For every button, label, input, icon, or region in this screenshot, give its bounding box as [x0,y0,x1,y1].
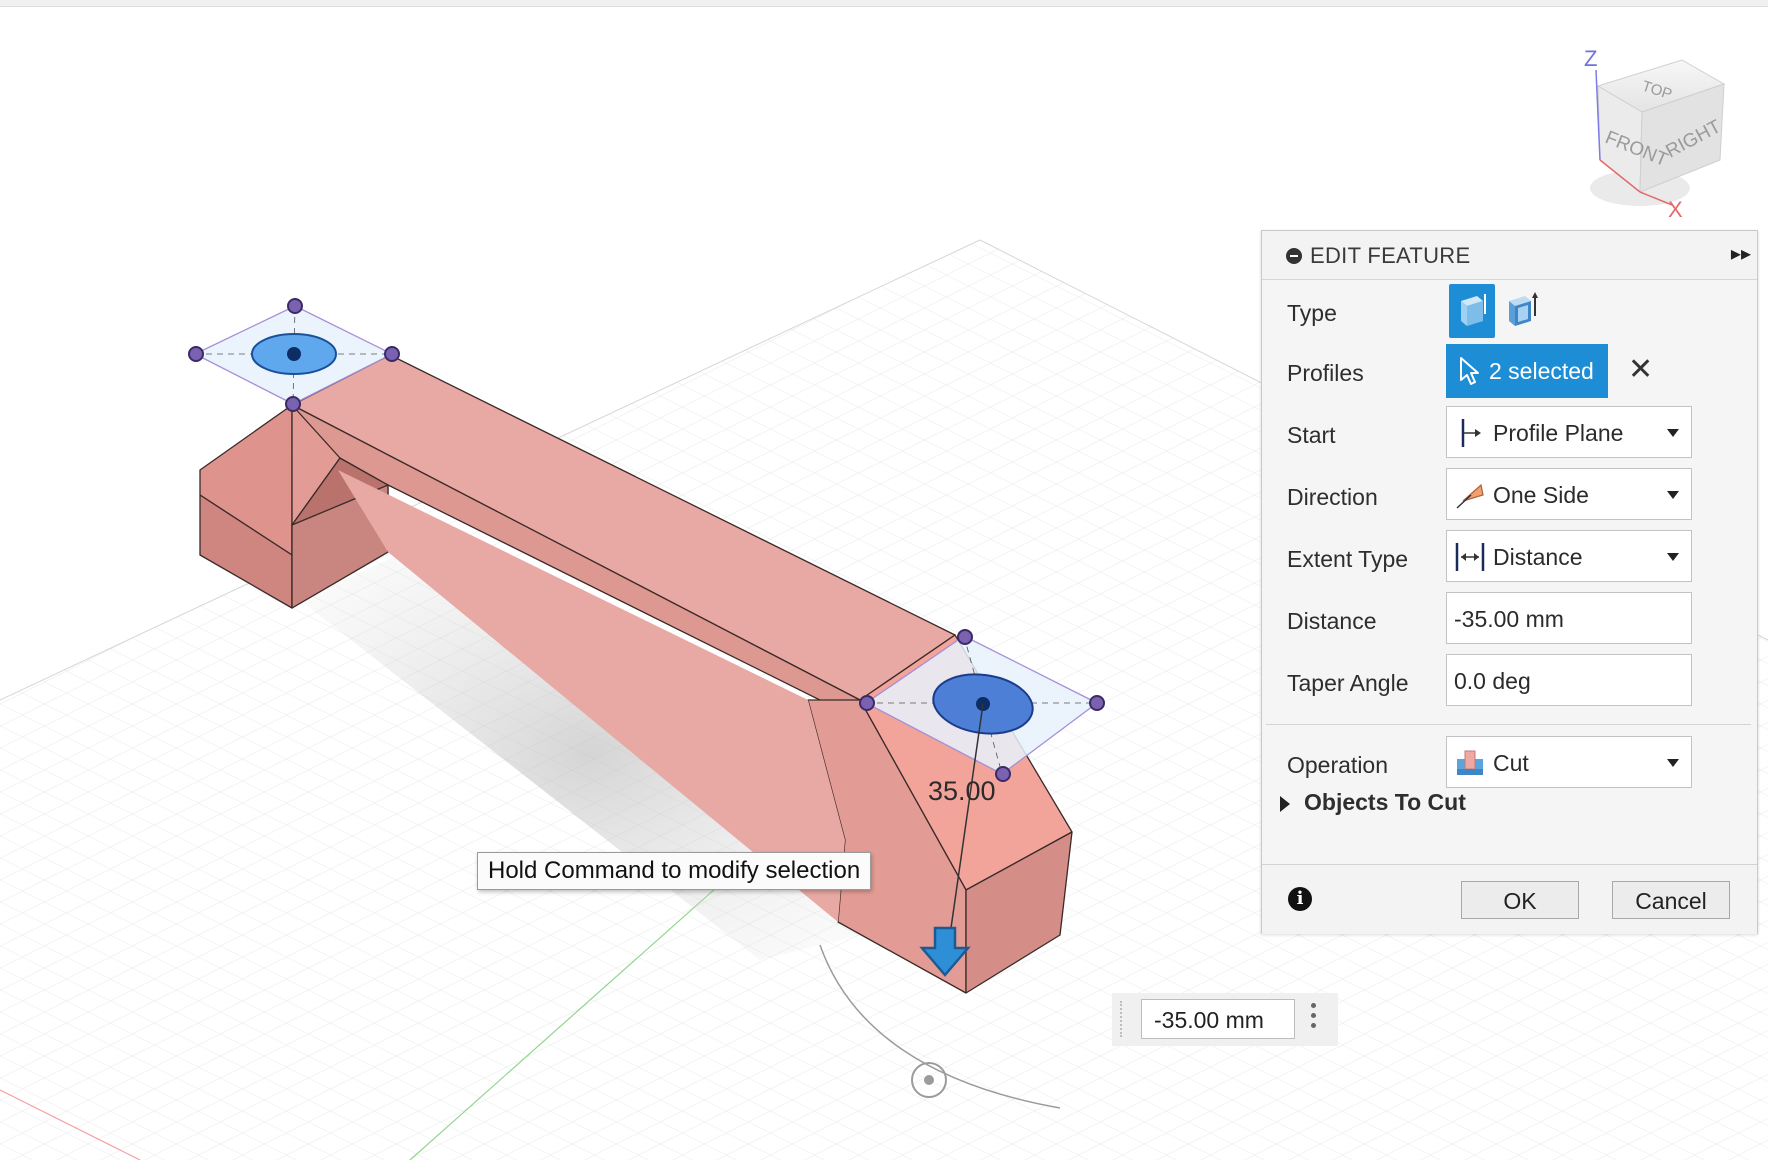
extent-type-value: Distance [1493,544,1583,570]
expand-panel-icon[interactable]: ▸▸ [1731,241,1751,266]
ok-button[interactable]: OK [1461,881,1579,919]
profiles-selected-count: 2 selected [1489,358,1594,384]
panel-header: EDIT FEATURE ▸▸ [1262,231,1757,280]
operation-row: Operation Cut [1262,736,1757,792]
distance-input[interactable]: -35.00 mm [1446,592,1692,644]
extent-type-row: Extent Type Distance [1262,530,1757,586]
type-thin-button[interactable] [1499,284,1545,338]
thin-extrude-icon [1509,292,1538,326]
one-side-icon [1456,483,1484,509]
operation-value: Cut [1493,750,1529,776]
taper-angle-value: 0.0 deg [1454,668,1531,694]
direction-label: Direction [1287,484,1378,510]
start-label: Start [1287,422,1336,448]
extent-type-dropdown[interactable]: Distance [1446,530,1692,582]
direction-dropdown[interactable]: One Side [1446,468,1692,520]
select-cursor-icon [1460,357,1479,385]
edit-feature-panel: EDIT FEATURE ▸▸ Type Profiles 2 selected… [1261,230,1758,934]
expand-triangle-icon [1280,795,1290,812]
start-row: Start Profile Plane [1262,406,1757,462]
chevron-down-icon [1667,553,1679,561]
type-row: Type [1262,284,1757,340]
cut-icon [1457,750,1483,775]
taper-angle-input[interactable]: 0.0 deg [1446,654,1692,706]
collapse-icon[interactable] [1286,248,1302,264]
selection-tooltip: Hold Command to modify selection [477,852,872,890]
distance-value: -35.00 mm [1454,606,1564,632]
solid-extrude-icon [1461,294,1486,326]
type-label: Type [1287,300,1337,326]
chevron-down-icon [1667,759,1679,767]
more-options-icon[interactable] [1311,1003,1317,1033]
start-dropdown[interactable]: Profile Plane [1446,406,1692,458]
distance-dimension-label[interactable]: 35.00 [928,776,996,807]
profile-plane-icon [1461,419,1481,447]
objects-to-cut-label: Objects To Cut [1304,789,1466,815]
axis-x-label: X [1668,197,1683,222]
operation-label: Operation [1287,752,1389,778]
panel-footer: i OK Cancel [1262,864,1757,934]
floating-distance-field[interactable]: -35.00 mm [1141,999,1295,1039]
direction-row: Direction One Side [1262,468,1757,524]
objects-to-cut-toggle[interactable]: Objects To Cut [1280,789,1466,816]
chevron-down-icon [1667,491,1679,499]
profiles-selection-button[interactable]: 2 selected [1446,344,1608,398]
panel-divider [1266,724,1751,725]
start-value: Profile Plane [1493,420,1624,446]
floating-distance-value: -35.00 mm [1154,1007,1264,1033]
taper-angle-label: Taper Angle [1287,670,1409,696]
chevron-down-icon [1667,429,1679,437]
type-solid-button[interactable] [1449,284,1495,338]
cancel-button[interactable]: Cancel [1612,881,1730,919]
operation-dropdown[interactable]: Cut [1446,736,1692,788]
distance-icon [1455,543,1485,571]
view-cube[interactable]: TOP FRONT RIGHT [1590,59,1726,206]
axis-z-label: Z [1584,46,1598,71]
profiles-row: Profiles 2 selected ✕ [1262,344,1757,400]
extent-type-label: Extent Type [1287,546,1409,572]
floating-distance-input: -35.00 mm [1112,993,1338,1046]
info-icon[interactable]: i [1288,887,1312,911]
profiles-label: Profiles [1287,360,1364,386]
clear-selection-icon[interactable]: ✕ [1628,352,1653,387]
panel-title: EDIT FEATURE [1310,243,1471,268]
drag-grip-icon[interactable] [1120,1001,1128,1037]
taper-angle-row: Taper Angle 0.0 deg [1262,654,1757,710]
direction-value: One Side [1493,482,1589,508]
distance-row: Distance -35.00 mm [1262,592,1757,648]
distance-label: Distance [1287,608,1377,634]
